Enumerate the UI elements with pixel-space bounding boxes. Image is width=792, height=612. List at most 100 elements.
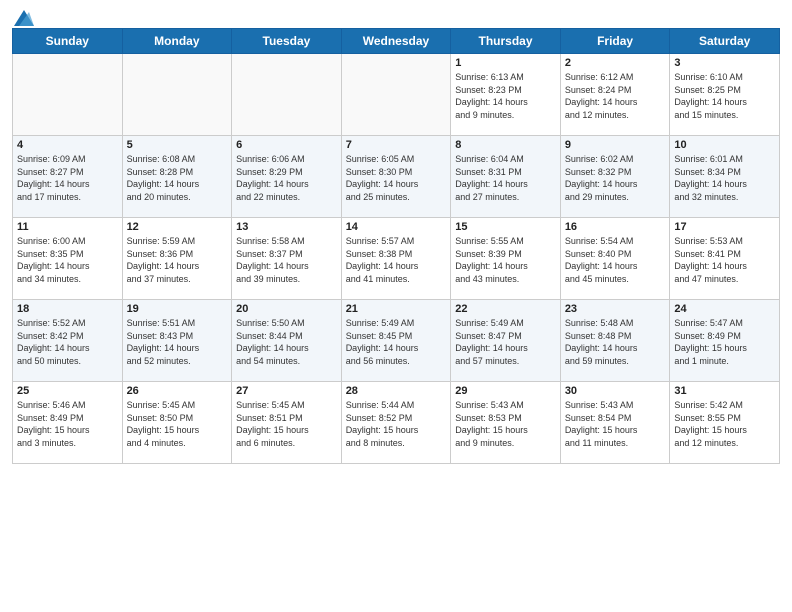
day-detail: Sunrise: 5:59 AM Sunset: 8:36 PM Dayligh…	[127, 235, 228, 285]
day-detail: Sunrise: 5:45 AM Sunset: 8:51 PM Dayligh…	[236, 399, 337, 449]
calendar-cell: 27 Sunrise: 5:45 AM Sunset: 8:51 PM Dayli…	[232, 382, 342, 464]
day-detail: Sunrise: 6:08 AM Sunset: 8:28 PM Dayligh…	[127, 153, 228, 203]
day-detail: Sunrise: 6:06 AM Sunset: 8:29 PM Dayligh…	[236, 153, 337, 203]
calendar-cell: 10 Sunrise: 6:01 AM Sunset: 8:34 PM Dayli…	[670, 136, 780, 218]
calendar-cell: 21 Sunrise: 5:49 AM Sunset: 8:45 PM Dayli…	[341, 300, 451, 382]
calendar-week-1: 1Sunrise: 6:13 AM Sunset: 8:23 PM Daylig…	[13, 54, 780, 136]
day-number: 11	[17, 221, 118, 233]
calendar-cell: 1Sunrise: 6:13 AM Sunset: 8:23 PM Daylig…	[451, 54, 561, 136]
day-detail: Sunrise: 6:09 AM Sunset: 8:27 PM Dayligh…	[17, 153, 118, 203]
day-detail: Sunrise: 5:50 AM Sunset: 8:44 PM Dayligh…	[236, 317, 337, 367]
day-number: 25	[17, 385, 118, 397]
calendar-cell	[13, 54, 123, 136]
day-detail: Sunrise: 5:53 AM Sunset: 8:41 PM Dayligh…	[674, 235, 775, 285]
day-detail: Sunrise: 5:49 AM Sunset: 8:45 PM Dayligh…	[346, 317, 447, 367]
calendar-cell: 20 Sunrise: 5:50 AM Sunset: 8:44 PM Dayli…	[232, 300, 342, 382]
day-number: 4	[17, 139, 118, 151]
calendar-cell: 3 Sunrise: 6:10 AM Sunset: 8:25 PM Daylig…	[670, 54, 780, 136]
calendar-cell: 5 Sunrise: 6:08 AM Sunset: 8:28 PM Daylig…	[122, 136, 232, 218]
calendar-cell: 31 Sunrise: 5:42 AM Sunset: 8:55 PM Dayli…	[670, 382, 780, 464]
day-header-monday: Monday	[122, 29, 232, 54]
calendar-cell: 7 Sunrise: 6:05 AM Sunset: 8:30 PM Daylig…	[341, 136, 451, 218]
day-number: 31	[674, 385, 775, 397]
calendar-cell: 25 Sunrise: 5:46 AM Sunset: 8:49 PM Dayli…	[13, 382, 123, 464]
day-number: 13	[236, 221, 337, 233]
calendar-cell: 23Sunrise: 5:48 AM Sunset: 8:48 PM Dayli…	[560, 300, 670, 382]
day-number: 29	[455, 385, 556, 397]
calendar-cell: 26Sunrise: 5:45 AM Sunset: 8:50 PM Dayli…	[122, 382, 232, 464]
day-header-saturday: Saturday	[670, 29, 780, 54]
calendar-cell: 6Sunrise: 6:06 AM Sunset: 8:29 PM Daylig…	[232, 136, 342, 218]
calendar-cell: 29 Sunrise: 5:43 AM Sunset: 8:53 PM Dayli…	[451, 382, 561, 464]
day-detail: Sunrise: 5:47 AM Sunset: 8:49 PM Dayligh…	[674, 317, 775, 367]
day-detail: Sunrise: 5:44 AM Sunset: 8:52 PM Dayligh…	[346, 399, 447, 449]
day-detail: Sunrise: 6:10 AM Sunset: 8:25 PM Dayligh…	[674, 71, 775, 121]
day-detail: Sunrise: 5:57 AM Sunset: 8:38 PM Dayligh…	[346, 235, 447, 285]
day-header-wednesday: Wednesday	[341, 29, 451, 54]
day-number: 30	[565, 385, 666, 397]
day-detail: Sunrise: 5:52 AM Sunset: 8:42 PM Dayligh…	[17, 317, 118, 367]
day-detail: Sunrise: 5:45 AM Sunset: 8:50 PM Dayligh…	[127, 399, 228, 449]
day-number: 3	[674, 57, 775, 69]
day-detail: Sunrise: 6:00 AM Sunset: 8:35 PM Dayligh…	[17, 235, 118, 285]
day-detail: Sunrise: 6:02 AM Sunset: 8:32 PM Dayligh…	[565, 153, 666, 203]
page-container: SundayMondayTuesdayWednesdayThursdayFrid…	[0, 0, 792, 612]
day-detail: Sunrise: 5:48 AM Sunset: 8:48 PM Dayligh…	[565, 317, 666, 367]
calendar-cell: 11 Sunrise: 6:00 AM Sunset: 8:35 PM Dayli…	[13, 218, 123, 300]
calendar-cell: 16 Sunrise: 5:54 AM Sunset: 8:40 PM Dayli…	[560, 218, 670, 300]
day-header-thursday: Thursday	[451, 29, 561, 54]
calendar-week-2: 4 Sunrise: 6:09 AM Sunset: 8:27 PM Daylig…	[13, 136, 780, 218]
day-number: 19	[127, 303, 228, 315]
day-number: 9	[565, 139, 666, 151]
calendar-cell: 15Sunrise: 5:55 AM Sunset: 8:39 PM Dayli…	[451, 218, 561, 300]
logo-icon	[14, 10, 34, 26]
day-detail: Sunrise: 5:51 AM Sunset: 8:43 PM Dayligh…	[127, 317, 228, 367]
day-detail: Sunrise: 6:12 AM Sunset: 8:24 PM Dayligh…	[565, 71, 666, 121]
day-number: 14	[346, 221, 447, 233]
calendar-cell: 4 Sunrise: 6:09 AM Sunset: 8:27 PM Daylig…	[13, 136, 123, 218]
day-number: 5	[127, 139, 228, 151]
day-detail: Sunrise: 6:01 AM Sunset: 8:34 PM Dayligh…	[674, 153, 775, 203]
day-number: 24	[674, 303, 775, 315]
day-detail: Sunrise: 5:55 AM Sunset: 8:39 PM Dayligh…	[455, 235, 556, 285]
day-header-sunday: Sunday	[13, 29, 123, 54]
day-number: 16	[565, 221, 666, 233]
day-detail: Sunrise: 5:43 AM Sunset: 8:54 PM Dayligh…	[565, 399, 666, 449]
day-detail: Sunrise: 6:13 AM Sunset: 8:23 PM Dayligh…	[455, 71, 556, 121]
day-detail: Sunrise: 5:49 AM Sunset: 8:47 PM Dayligh…	[455, 317, 556, 367]
day-number: 27	[236, 385, 337, 397]
day-number: 12	[127, 221, 228, 233]
day-detail: Sunrise: 6:05 AM Sunset: 8:30 PM Dayligh…	[346, 153, 447, 203]
calendar-cell: 2 Sunrise: 6:12 AM Sunset: 8:24 PM Daylig…	[560, 54, 670, 136]
calendar-cell: 17Sunrise: 5:53 AM Sunset: 8:41 PM Dayli…	[670, 218, 780, 300]
day-number: 28	[346, 385, 447, 397]
day-number: 20	[236, 303, 337, 315]
day-header-friday: Friday	[560, 29, 670, 54]
day-detail: Sunrise: 5:58 AM Sunset: 8:37 PM Dayligh…	[236, 235, 337, 285]
calendar-cell: 8Sunrise: 6:04 AM Sunset: 8:31 PM Daylig…	[451, 136, 561, 218]
day-detail: Sunrise: 5:43 AM Sunset: 8:53 PM Dayligh…	[455, 399, 556, 449]
day-number: 7	[346, 139, 447, 151]
calendar-week-4: 18Sunrise: 5:52 AM Sunset: 8:42 PM Dayli…	[13, 300, 780, 382]
calendar-cell: 30 Sunrise: 5:43 AM Sunset: 8:54 PM Dayli…	[560, 382, 670, 464]
day-detail: Sunrise: 6:04 AM Sunset: 8:31 PM Dayligh…	[455, 153, 556, 203]
calendar-cell	[122, 54, 232, 136]
day-detail: Sunrise: 5:46 AM Sunset: 8:49 PM Dayligh…	[17, 399, 118, 449]
page-header	[12, 10, 780, 22]
calendar-cell: 24 Sunrise: 5:47 AM Sunset: 8:49 PM Dayli…	[670, 300, 780, 382]
calendar-week-5: 25 Sunrise: 5:46 AM Sunset: 8:49 PM Dayli…	[13, 382, 780, 464]
calendar-header-row: SundayMondayTuesdayWednesdayThursdayFrid…	[13, 29, 780, 54]
logo	[12, 10, 34, 22]
day-number: 21	[346, 303, 447, 315]
day-detail: Sunrise: 5:54 AM Sunset: 8:40 PM Dayligh…	[565, 235, 666, 285]
calendar-table: SundayMondayTuesdayWednesdayThursdayFrid…	[12, 28, 780, 464]
day-number: 10	[674, 139, 775, 151]
day-header-tuesday: Tuesday	[232, 29, 342, 54]
calendar-cell: 13 Sunrise: 5:58 AM Sunset: 8:37 PM Dayli…	[232, 218, 342, 300]
day-number: 2	[565, 57, 666, 69]
day-detail: Sunrise: 5:42 AM Sunset: 8:55 PM Dayligh…	[674, 399, 775, 449]
calendar-cell	[232, 54, 342, 136]
calendar-cell: 18Sunrise: 5:52 AM Sunset: 8:42 PM Dayli…	[13, 300, 123, 382]
calendar-week-3: 11 Sunrise: 6:00 AM Sunset: 8:35 PM Dayli…	[13, 218, 780, 300]
calendar-cell: 14 Sunrise: 5:57 AM Sunset: 8:38 PM Dayli…	[341, 218, 451, 300]
